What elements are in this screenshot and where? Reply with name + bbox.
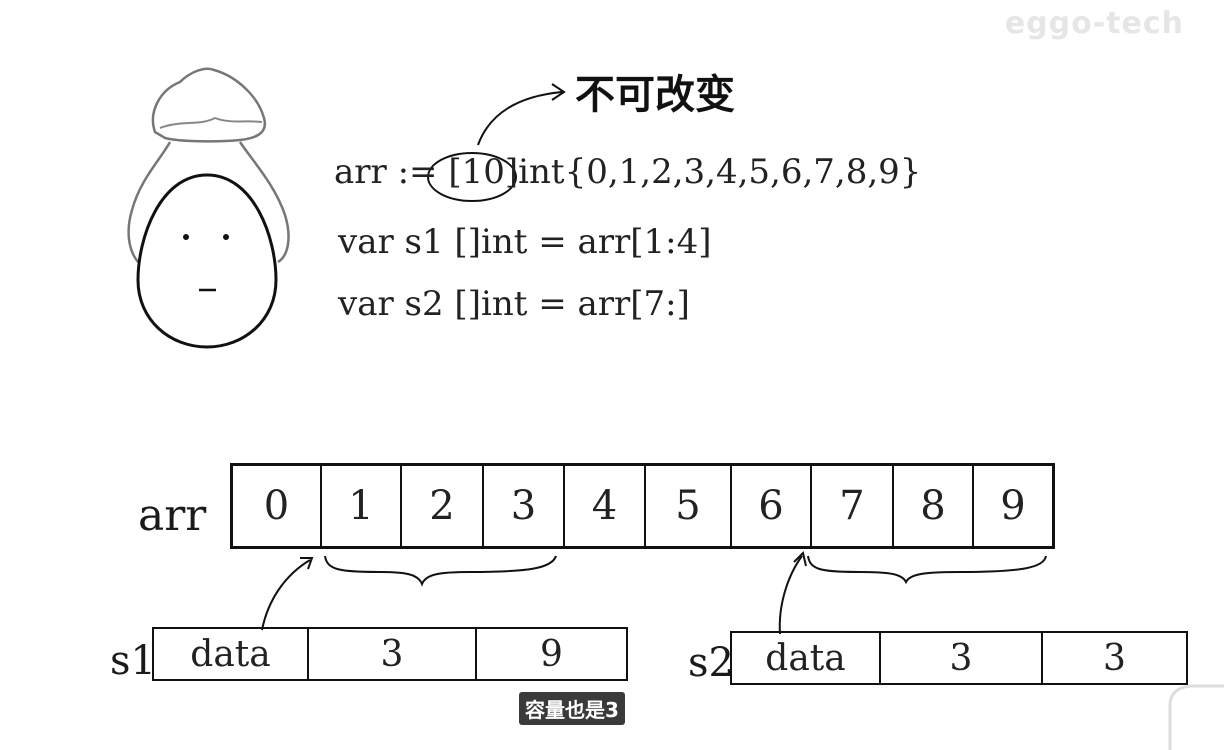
code-arr-prefix: arr :=: [334, 152, 449, 192]
s1-slice-header: data 3 9: [152, 627, 628, 681]
array-cell: 5: [644, 466, 730, 546]
character-head: [136, 173, 278, 349]
array-cell: 0: [263, 483, 290, 529]
code-arr-suffix: int{0,1,2,3,4,5,6,7,8,9}: [518, 152, 922, 192]
array-cell: 1: [320, 466, 400, 546]
code-arr-size: [10]: [448, 152, 519, 192]
array-cell: 2: [400, 466, 482, 546]
character-hair: [151, 67, 267, 143]
character-eye-left: [183, 234, 189, 240]
array-cell: 6: [730, 466, 810, 546]
array-cell: 9: [972, 466, 1052, 546]
s2-len-field: 3: [879, 633, 1041, 683]
s1-label: s1: [110, 638, 156, 684]
character-eye-right: [223, 234, 229, 240]
array-cell: 4: [563, 466, 644, 546]
s1-data-field: data: [190, 633, 271, 675]
s2-data-pointer: [778, 555, 803, 635]
array-label: arr: [138, 490, 207, 541]
subtitle-caption: 容量也是3: [519, 692, 625, 725]
s1-len-field: 3: [307, 629, 475, 679]
s2-cap-field: 3: [1041, 633, 1186, 683]
array-cell: 7: [810, 466, 892, 546]
s1-brace: [324, 555, 557, 587]
s2-brace: [807, 555, 1047, 585]
s2-slice-header: data 3 3: [730, 631, 1188, 685]
s1-cap-field: 9: [475, 629, 626, 679]
s2-label: s2: [688, 640, 734, 686]
array-cells: 0 1 2 3 4 5 6 7 8 9: [230, 463, 1055, 549]
immutable-note: 不可改变: [575, 72, 735, 118]
note-arrow: [477, 91, 563, 146]
array-cell: 3: [482, 466, 563, 546]
s1-data-pointer: [261, 559, 311, 631]
array-cell: 8: [892, 466, 972, 546]
code-line-arr: arr := [10]int{0,1,2,3,4,5,6,7,8,9}: [334, 152, 921, 192]
code-line-s2: var s2 []int = arr[7:]: [338, 284, 690, 324]
s2-data-field: data: [765, 637, 846, 679]
code-line-s1: var s1 []int = arr[1:4]: [338, 222, 712, 262]
